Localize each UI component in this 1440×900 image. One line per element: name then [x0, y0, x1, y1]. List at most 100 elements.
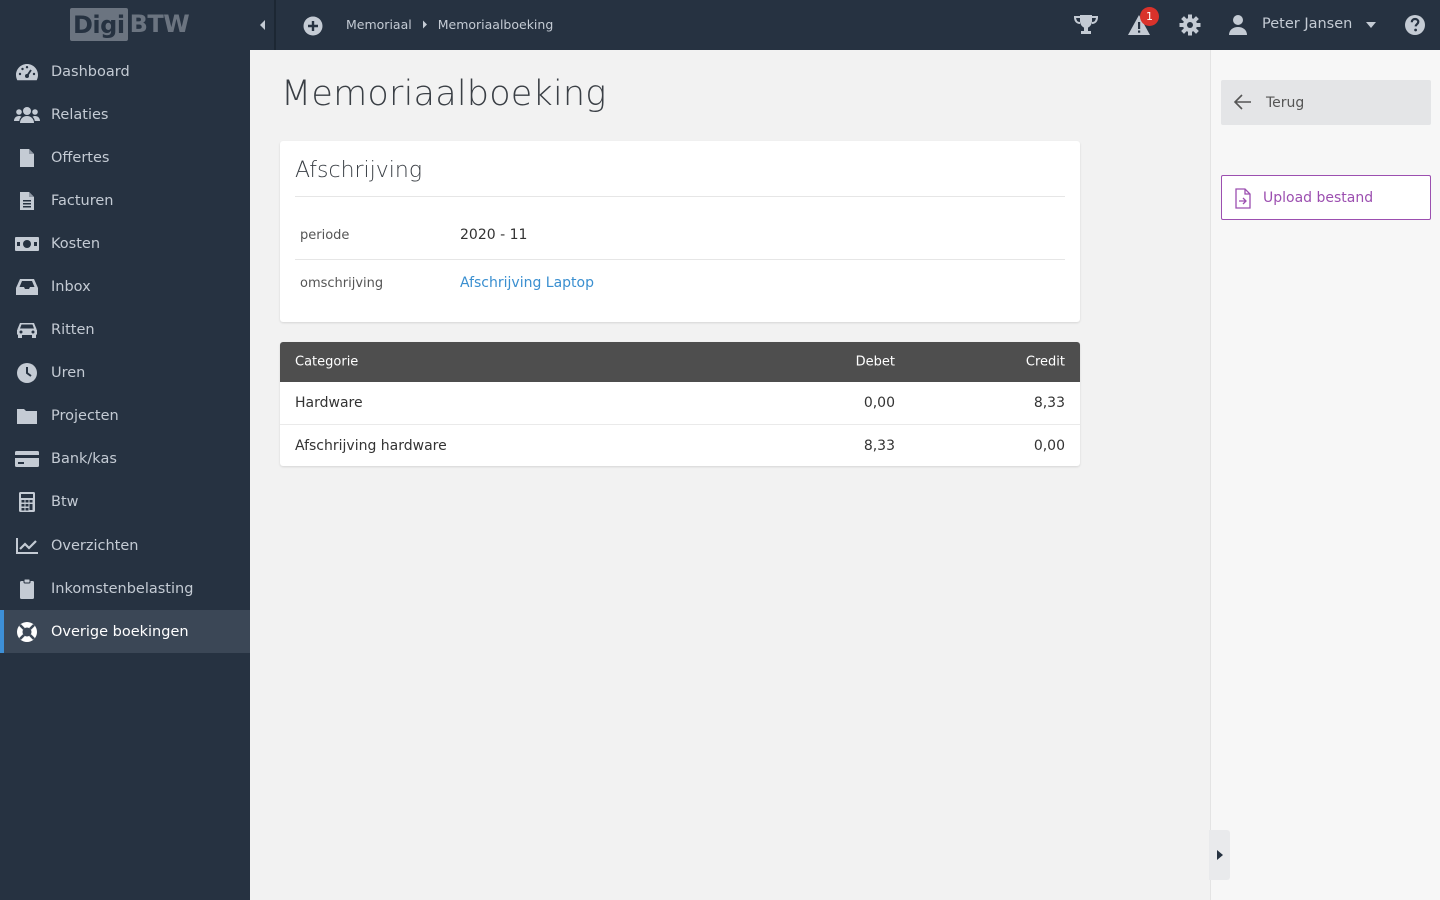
caret-down-icon — [1366, 22, 1376, 28]
table-header: Categorie Debet Credit — [280, 342, 1080, 382]
sidebar-item-label: Offertes — [51, 149, 110, 166]
upload-file-label: Upload bestand — [1263, 189, 1374, 206]
dashboard-icon — [14, 61, 40, 83]
notification-badge: 1 — [1140, 7, 1159, 26]
folder-icon — [14, 405, 40, 427]
right-action-panel: Terug Upload bestand — [1210, 50, 1440, 900]
cell-debit: 8,33 — [863, 437, 895, 454]
plus-circle-icon — [303, 16, 323, 36]
sidebar-item-label: Uren — [51, 365, 86, 382]
sidebar-item-overige-boekingen[interactable]: Overige boekingen — [0, 610, 250, 654]
chart-line-icon — [14, 535, 40, 557]
cell-debit: 0,00 — [863, 395, 895, 411]
sidebar-item-label: Overige boekingen — [51, 623, 189, 640]
divider — [295, 196, 1065, 197]
sidebar-item-label: Bank/kas — [51, 451, 117, 468]
field-label-periode: periode — [300, 228, 350, 243]
sidebar-item-label: Ritten — [51, 322, 95, 339]
sidebar-item-ritten[interactable]: Ritten — [0, 309, 250, 352]
credit-card-icon — [14, 448, 40, 470]
help-button[interactable] — [1402, 13, 1428, 37]
column-header-credit: Credit — [1025, 354, 1065, 370]
table-body: Hardware 0,00 8,33 Afschrijving hardware… — [280, 382, 1080, 466]
sidebar-item-label: Inbox — [51, 279, 91, 296]
car-icon — [14, 319, 40, 341]
sidebar-item-label: Dashboard — [51, 63, 130, 80]
clipboard-icon — [14, 578, 40, 600]
sidebar-nav: Dashboard Relaties Offertes Facturen Kos… — [0, 50, 250, 654]
caret-right-icon — [1216, 850, 1223, 860]
user-menu-name[interactable]: Peter Jansen — [1262, 16, 1352, 32]
back-button[interactable]: Terug — [1221, 80, 1431, 125]
logo-btw: BTW — [129, 10, 190, 38]
clock-icon — [14, 362, 40, 384]
question-circle-icon — [1405, 15, 1425, 35]
sidebar-item-kosten[interactable]: Kosten — [0, 222, 250, 265]
cell-credit: 0,00 — [1033, 437, 1065, 454]
field-value-omschrijving-link[interactable]: Afschrijving Laptop — [460, 275, 594, 291]
breadcrumb-link-memoriaal[interactable]: Memoriaal — [346, 17, 412, 32]
user-avatar[interactable] — [1225, 13, 1251, 37]
table-row: Afschrijving hardware 8,33 0,00 — [280, 424, 1080, 466]
sidebar-item-facturen[interactable]: Facturen — [0, 179, 250, 222]
sidebar-item-btw[interactable]: Btw — [0, 481, 250, 524]
sidebar-item-bank-kas[interactable]: Bank/kas — [0, 438, 250, 481]
sidebar-item-label: Inkomstenbelasting — [51, 580, 194, 597]
money-icon — [14, 233, 40, 255]
arrow-left-icon — [1233, 92, 1253, 116]
field-value-periode: 2020 - 11 — [460, 227, 528, 243]
sidebar-item-label: Overzichten — [51, 537, 139, 554]
add-button[interactable] — [302, 15, 324, 37]
user-icon — [1229, 15, 1247, 35]
life-ring-icon — [14, 621, 40, 643]
gear-icon — [1179, 14, 1201, 36]
breadcrumb: Memoriaal Memoriaalboeking — [346, 17, 553, 32]
inbox-icon — [14, 276, 40, 298]
sidebar-item-overzichten[interactable]: Overzichten — [0, 524, 250, 567]
card-title: Afschrijving — [295, 158, 423, 183]
sidebar-item-offertes[interactable]: Offertes — [0, 136, 250, 179]
sidebar-item-relaties[interactable]: Relaties — [0, 93, 250, 136]
sidebar: Digi BTW Dashboard Relaties Offertes Fact… — [0, 0, 250, 900]
users-icon — [14, 104, 40, 126]
booking-details-card: Afschrijving periode 2020 - 11 omschrijv… — [280, 141, 1080, 322]
sidebar-item-label: Projecten — [51, 408, 119, 425]
chevron-right-icon — [422, 20, 428, 29]
logo-digi: Digi — [70, 7, 128, 41]
booking-lines-table: Categorie Debet Credit Hardware 0,00 8,3… — [280, 342, 1080, 466]
sidebar-item-inkomstenbelasting[interactable]: Inkomstenbelasting — [0, 567, 250, 610]
column-header-category: Categorie — [295, 354, 359, 370]
calculator-icon — [14, 491, 40, 513]
page-title: Memoriaalboeking — [281, 74, 607, 114]
back-button-label: Terug — [1266, 94, 1305, 111]
right-panel-toggle[interactable] — [1209, 830, 1230, 880]
sidebar-item-label: Kosten — [51, 235, 101, 252]
column-header-debit: Debet — [855, 354, 895, 370]
table-row: Hardware 0,00 8,33 — [280, 382, 1080, 424]
cell-category: Hardware — [295, 395, 363, 411]
cell-category: Afschrijving hardware — [295, 437, 447, 454]
divider — [295, 259, 1065, 260]
sidebar-item-projecten[interactable]: Projecten — [0, 395, 250, 438]
trophy-icon — [1073, 15, 1099, 34]
file-upload-icon — [1234, 188, 1252, 213]
sidebar-item-label: Facturen — [51, 192, 114, 209]
breadcrumb-current: Memoriaalboeking — [437, 17, 554, 32]
sidebar-item-uren[interactable]: Uren — [0, 352, 250, 395]
user-menu-toggle[interactable] — [1358, 13, 1384, 37]
field-label-omschrijving: omschrijving — [300, 276, 384, 291]
sidebar-collapse-button[interactable] — [250, 0, 274, 50]
trophy-button[interactable] — [1073, 13, 1099, 37]
upload-file-button[interactable]: Upload bestand — [1221, 175, 1431, 220]
cell-credit: 8,33 — [1033, 395, 1065, 411]
sidebar-item-label: Relaties — [51, 106, 109, 123]
settings-button[interactable] — [1177, 13, 1203, 37]
topbar-divider — [274, 0, 276, 50]
file-icon — [14, 147, 40, 169]
sidebar-item-dashboard[interactable]: Dashboard — [0, 50, 250, 93]
file-text-icon — [14, 190, 40, 212]
sidebar-item-inbox[interactable]: Inbox — [0, 265, 250, 308]
caret-left-icon — [260, 20, 265, 30]
sidebar-item-label: Btw — [51, 494, 79, 511]
logo[interactable]: Digi BTW — [70, 6, 190, 42]
